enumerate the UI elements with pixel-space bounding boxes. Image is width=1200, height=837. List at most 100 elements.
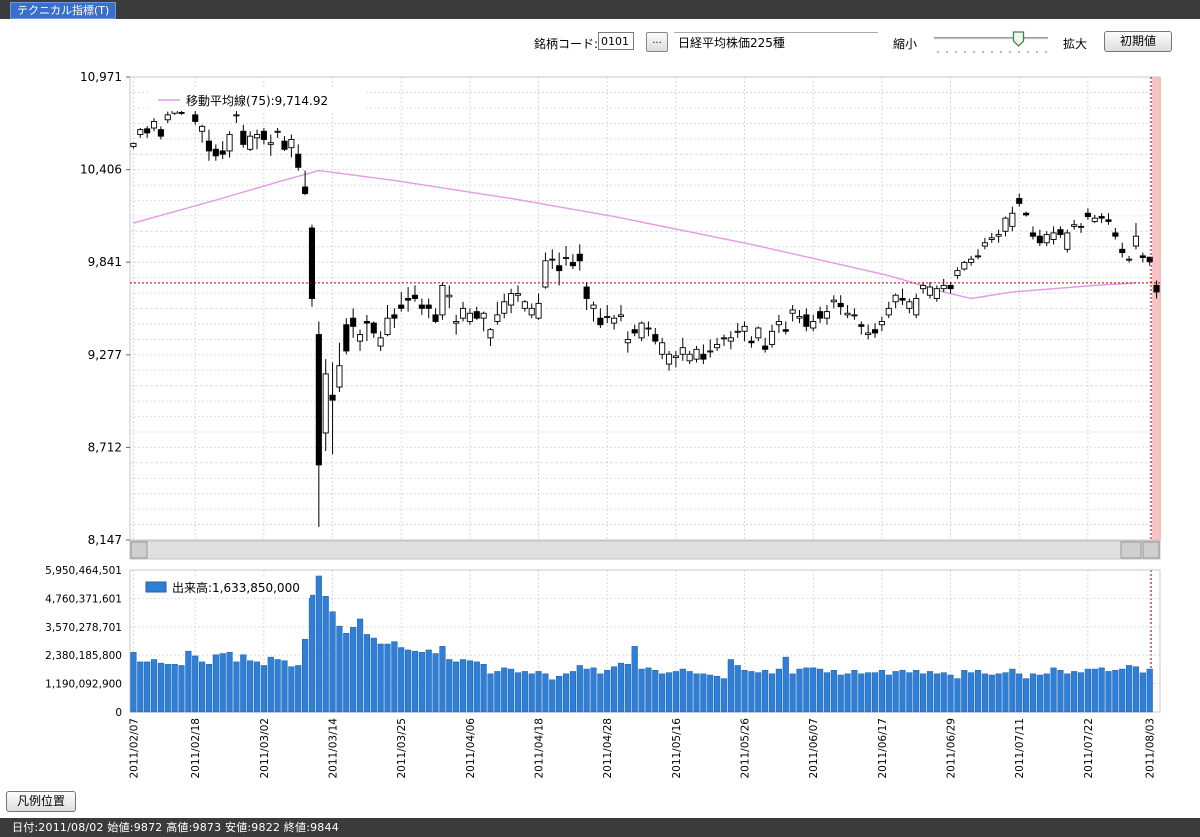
candle-body: [247, 135, 254, 150]
scrollbar-right-button[interactable]: [1142, 541, 1160, 559]
volume-bar: [1126, 665, 1133, 713]
candle-body: [405, 298, 412, 301]
candle-body: [350, 317, 357, 327]
candle-body: [212, 148, 219, 157]
candle-body: [226, 134, 233, 152]
candle-body: [377, 337, 384, 347]
candle-body: [1071, 224, 1078, 227]
date-axis-label: 2011/04/06: [465, 718, 477, 779]
volume-bar: [617, 662, 625, 713]
volume-bar: [865, 672, 872, 713]
legend-position-button[interactable]: 凡例位置: [6, 791, 76, 812]
zoom-slider-tick: [1045, 51, 1047, 53]
volume-bar: [556, 675, 563, 713]
candle-body: [1077, 225, 1085, 228]
scrollbar-left-button[interactable]: [130, 541, 148, 559]
zoom-slider-tick: [991, 51, 993, 53]
candle-body: [878, 321, 885, 326]
candle-body: [1084, 212, 1091, 217]
volume-bar: [562, 673, 570, 713]
zoom-slider-thumb[interactable]: [1012, 31, 1025, 47]
volume-bar: [384, 643, 391, 713]
volume-bar: [576, 665, 583, 713]
candle-body: [157, 129, 164, 137]
date-axis-label: 2011/07/22: [1083, 718, 1095, 779]
stock-code-input[interactable]: [598, 32, 634, 50]
volume-bar: [652, 669, 659, 713]
volume-bar: [302, 638, 309, 713]
zoom-slider-tick: [955, 51, 957, 53]
volume-bar: [535, 671, 542, 713]
volume-bar: [686, 671, 693, 713]
chart-area[interactable]: 10,971 10,406 9,841 9,277 8,712 8,147 移動平均線(75…: [0, 60, 1200, 790]
technical-indicator-tab[interactable]: テクニカル指標(T): [10, 2, 117, 19]
volume-bar: [281, 660, 288, 713]
candle-body: [638, 322, 645, 339]
candle-body: [885, 307, 892, 316]
candle-body: [144, 128, 151, 134]
volume-bar: [356, 618, 364, 713]
volume-bar: [1084, 668, 1091, 713]
volume-bar: [810, 667, 817, 713]
volume-bar: [350, 627, 357, 713]
candle-body: [1091, 217, 1098, 222]
volume-bar: [343, 632, 350, 713]
zoom-slider[interactable]: [932, 30, 1050, 56]
volume-bar: [1016, 673, 1023, 713]
candle-body: [205, 140, 213, 152]
zoom-slider-tick: [982, 51, 984, 53]
volume-bar: [171, 664, 178, 713]
scrollbar-thumb[interactable]: [1120, 541, 1142, 559]
volume-bar: [693, 673, 700, 713]
candle-body: [920, 284, 927, 290]
volume-bar: [178, 665, 185, 713]
volume-bar: [714, 675, 721, 713]
volume-bar: [370, 637, 377, 713]
price-axis-label: 10,406: [80, 163, 122, 177]
volume-axis-label: 2,380,185,800: [45, 650, 122, 662]
candle-body: [391, 314, 398, 319]
volume-bar: [473, 661, 480, 713]
candle-body: [686, 353, 693, 362]
volume-bar: [906, 672, 913, 713]
candle-body: [1139, 255, 1146, 258]
candle: [308, 224, 316, 307]
volume-legend-swatch: [145, 581, 167, 593]
candle-body: [281, 140, 288, 150]
volume-bar: [439, 646, 446, 713]
candle-body: [384, 317, 391, 336]
candle-body: [480, 312, 487, 319]
candle-body: [329, 394, 336, 401]
volume-bar: [528, 673, 535, 713]
volume-bar: [233, 661, 240, 713]
volume-bar: [377, 643, 384, 713]
zoom-out-label: 縮小: [893, 37, 918, 51]
browse-button[interactable]: ...: [646, 32, 668, 52]
status-bar: 日付:2011/08/02 始値:9872 高値:9873 安値:9822 終値…: [0, 818, 1200, 837]
reset-default-button[interactable]: 初期値: [1104, 31, 1172, 52]
candle-body: [1002, 217, 1009, 232]
candle-body: [1023, 212, 1030, 216]
candle-body: [727, 337, 734, 342]
candle-body: [906, 301, 913, 309]
candle-body: [961, 261, 968, 270]
candle-body: [453, 321, 460, 324]
volume-bar: [267, 656, 274, 713]
candle-body: [775, 321, 782, 326]
volume-bar: [453, 661, 460, 713]
volume-panel: 5,950,464,501 4,760,371,601 3,570,278,701 2…: [45, 565, 1161, 779]
volume-bar: [274, 659, 281, 713]
candle-body: [295, 153, 302, 168]
volume-bar: [240, 654, 247, 713]
date-axis-label: 2011/05/26: [740, 718, 752, 779]
candle-body: [926, 286, 934, 296]
volume-bar: [411, 650, 419, 713]
candle-body: [762, 345, 769, 350]
volume-bar: [679, 668, 686, 713]
candle-body: [233, 114, 240, 117]
volume-axis-label: 1,190,092,900: [45, 679, 122, 691]
horizontal-scrollbar[interactable]: [129, 540, 1161, 560]
volume-bar: [501, 667, 508, 713]
volume-bar: [762, 669, 769, 713]
candle-body: [253, 134, 261, 139]
